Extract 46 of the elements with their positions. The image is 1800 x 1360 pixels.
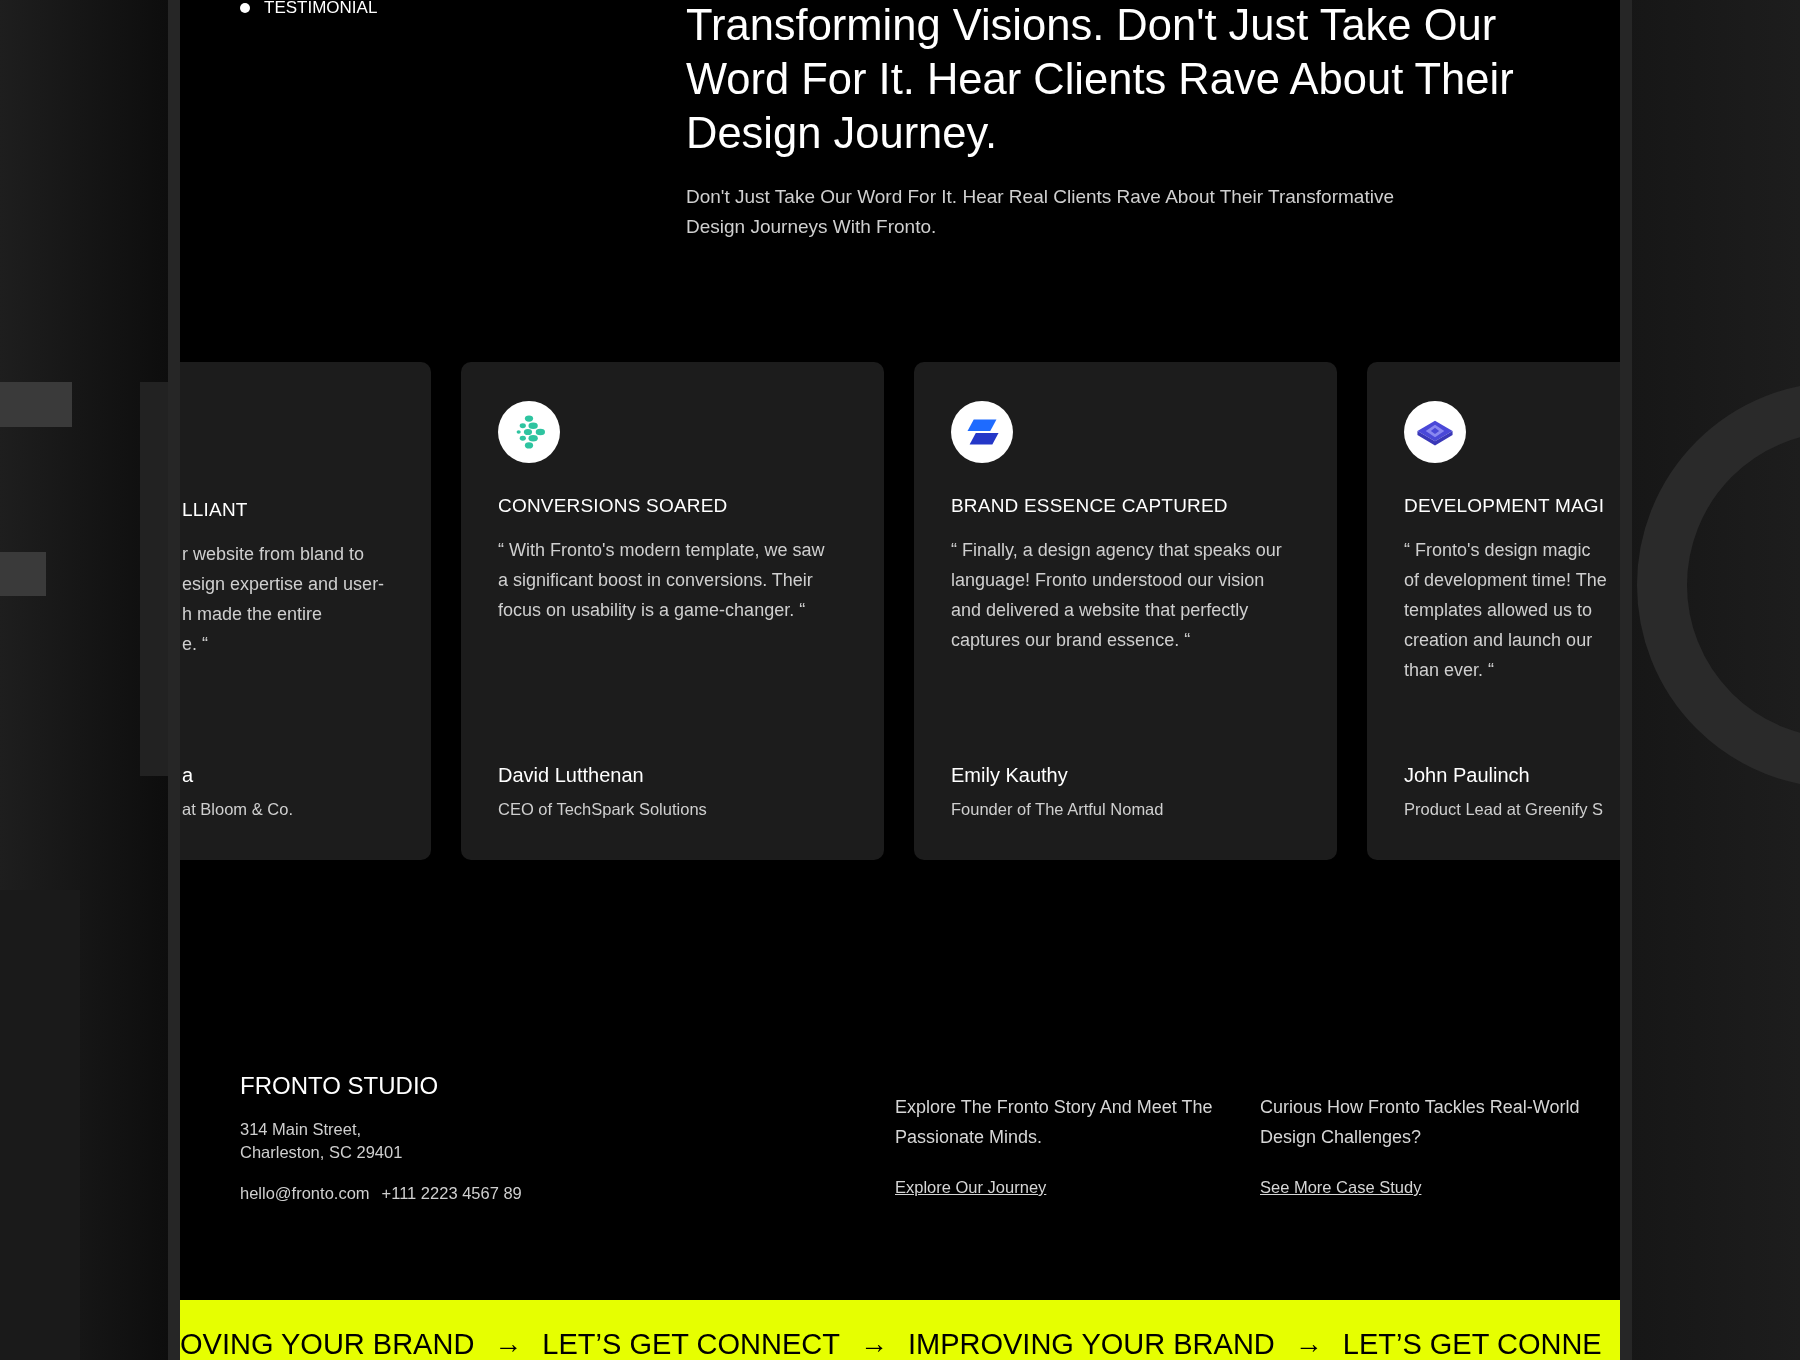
author-role: CEO of TechSpark Solutions	[498, 799, 708, 820]
author-name: David Lutthenan	[498, 763, 645, 788]
author-name: Emily Kauthy	[951, 763, 1069, 788]
quote-line: templates allowed us to	[1404, 599, 1594, 622]
testimonial-quote: “ With Fronto's modern template, we saw a significant boost in conversions. Their focus on usability is a game-changer. “	[498, 539, 826, 622]
studio-name: FRONTO STUDIO	[240, 1072, 440, 1100]
quote-line: “ Fronto's design magic	[1404, 539, 1592, 562]
author-name: John Paulinch	[1404, 763, 1531, 788]
section-heading: Transforming Visions. Don't Just Take Our Word For It. Hear Clients Rave About Their Design Journey.	[686, 0, 1515, 159]
footer-link[interactable]: See More Case Study	[1260, 1178, 1422, 1197]
marquee-text: OVING YOUR BRAND	[180, 1327, 475, 1360]
quote-line: creation and launch our	[1404, 629, 1594, 652]
layers-logo-icon	[1404, 401, 1466, 463]
phone-text: +111 2223 4567 89	[381, 1184, 522, 1203]
arrow-icon: →	[494, 1326, 523, 1360]
section-label: TESTIMONIAL	[264, 0, 378, 17]
footer-text: Curious How Fronto Tackles Real-World Design Challenges?	[1260, 1096, 1581, 1149]
marquee-text: LET’S GET CONNE	[1342, 1327, 1602, 1360]
author-role: Product Lead at Greenify S	[1404, 799, 1605, 820]
card-title: BRAND ESSENCE CAPTURED	[951, 495, 1229, 517]
testimonial-quote: “ Finally, a design agency that speaks our language! Fronto understood our vision and delivered a website that perfectly captures our brand essence. “	[951, 539, 1283, 652]
author-name: a	[182, 763, 195, 788]
arrow-icon: →	[859, 1326, 888, 1360]
quote-line: than ever. “	[1404, 659, 1496, 682]
email-text: hello@fronto.com	[240, 1184, 370, 1203]
marquee-text: LET’S GET CONNECT	[542, 1327, 840, 1360]
footer-text: Explore The Fronto Story And Meet The Passionate Minds.	[895, 1096, 1214, 1149]
bullet-icon	[240, 3, 250, 13]
footer-link[interactable]: Explore Our Journey	[895, 1178, 1047, 1197]
card-title: DEVELOPMENT MAGI	[1404, 495, 1606, 517]
quote-line: of development time! The	[1404, 569, 1608, 592]
address-line: Charleston, SC 29401	[240, 1142, 404, 1163]
parallelogram-logo-icon	[951, 401, 1013, 463]
quote-line: r website from bland to	[182, 543, 366, 566]
card-title: CONVERSIONS SOARED	[498, 495, 729, 517]
author-role: at Bloom & Co.	[182, 799, 294, 820]
author-role: Founder of The Artful Nomad	[951, 799, 1165, 820]
quote-line: esign expertise and user-	[182, 573, 386, 596]
quote-line: e. “	[182, 633, 209, 656]
card-title: LLIANT	[182, 499, 249, 521]
address-line: 314 Main Street,	[240, 1119, 363, 1140]
marquee-text: IMPROVING YOUR BRAND	[907, 1327, 1275, 1360]
arrow-icon: →	[1294, 1326, 1323, 1360]
dots-logo-icon	[498, 401, 560, 463]
section-subtitle: Don't Just Take Our Word For It. Hear Real Clients Rave About Their Transformative Design Journeys With Fronto.	[686, 185, 1395, 239]
quote-line: h made the entire	[182, 603, 324, 626]
